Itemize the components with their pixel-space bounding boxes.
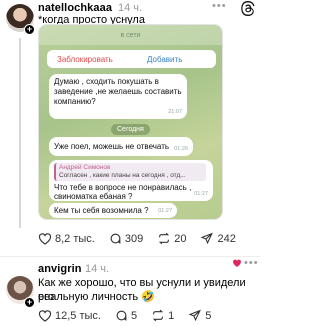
chat-action-bar: Заблокировать Добавить [47,50,216,68]
reply-button[interactable]: 5 [115,309,137,322]
repost-icon [159,232,170,245]
chat-message: Думаю , сходить покушать в заведение ,не… [49,74,187,119]
chat-message: Уже поел, можешь не отвечать 01:26 [49,137,193,156]
chat-status: в сети [120,32,141,39]
chat-message-reply: Андрей Симонов Согласен , какие планы на… [49,160,213,201]
follow-plus-icon[interactable]: + [24,297,35,308]
share-count: 5 [205,309,212,322]
chat-message-time: 01:27 [194,191,208,197]
chat-message-time: 21:07 [168,109,182,115]
username[interactable]: anvigrin [38,263,82,275]
post-actions: 8,2 тыс. 309 20 242 [38,232,250,245]
comment-icon [110,233,121,244]
repost-count: 1 [168,309,175,322]
chat-screenshot-image[interactable]: в сети Заблокировать Добавить Думаю , сх… [38,24,223,220]
chat-message-text: Уже поел, можешь не отвечать [54,142,170,151]
author-liked-heart-icon [233,259,241,267]
share-button[interactable]: 242 [200,232,236,245]
post-text-line: реальную личность 🤣 [38,291,155,303]
chat-message-text: Думаю , сходить покушать в заведение ,не… [54,77,182,106]
heart-icon [38,233,52,245]
thread-line [19,38,21,228]
post-actions: 12,5 тыс. 5 1 5 [38,309,225,322]
like-button[interactable]: 12,5 тыс. [38,309,101,322]
repost-button[interactable]: 1 [151,309,174,322]
block-button: Заблокировать [57,55,113,64]
follow-plus-icon[interactable]: + [24,24,35,35]
quoted-reply-author: Андрей Симонов [59,164,111,171]
send-icon [201,232,214,245]
like-count: 12,5 тыс. [55,309,101,322]
timestamp: 14 ч. [85,263,110,275]
more-options-icon[interactable]: ••• [244,257,259,269]
threads-logo-icon [241,1,255,16]
share-count: 242 [217,232,236,245]
repost-button[interactable]: 20 [157,232,186,245]
chat-message-text: Кем ты себя возомнила ? [54,206,149,215]
quoted-reply: Андрей Симонов Согласен , какие планы на… [54,163,206,181]
heart-icon [38,310,52,322]
more-options-icon[interactable]: ••• [212,0,227,12]
post-divider [0,256,260,257]
chat-date-chip: Сегодня [111,124,150,135]
repost-count: 20 [174,232,187,245]
repost-icon [152,309,164,322]
like-button[interactable]: 8,2 тыс. [38,232,95,245]
send-icon [188,309,202,322]
chat-message-time: 01:27 [158,208,172,214]
chat-message: Кем ты себя возомнила ? 01:27 [49,203,177,218]
chat-message-time: 01:26 [174,146,188,152]
like-count: 8,2 тыс. [55,232,95,245]
reply-count: 5 [130,309,138,322]
reply-count: 309 [124,232,144,245]
add-contact-button: Добавить [147,55,183,64]
chat-message-text: Что тебе в вопросе не понравилась , свин… [54,183,192,201]
quoted-reply-text: Согласен , какие планы на сегодня , отд.… [59,172,186,179]
share-button[interactable]: 5 [188,309,211,322]
reply-button[interactable]: 309 [109,232,143,245]
comment-icon [116,310,127,321]
